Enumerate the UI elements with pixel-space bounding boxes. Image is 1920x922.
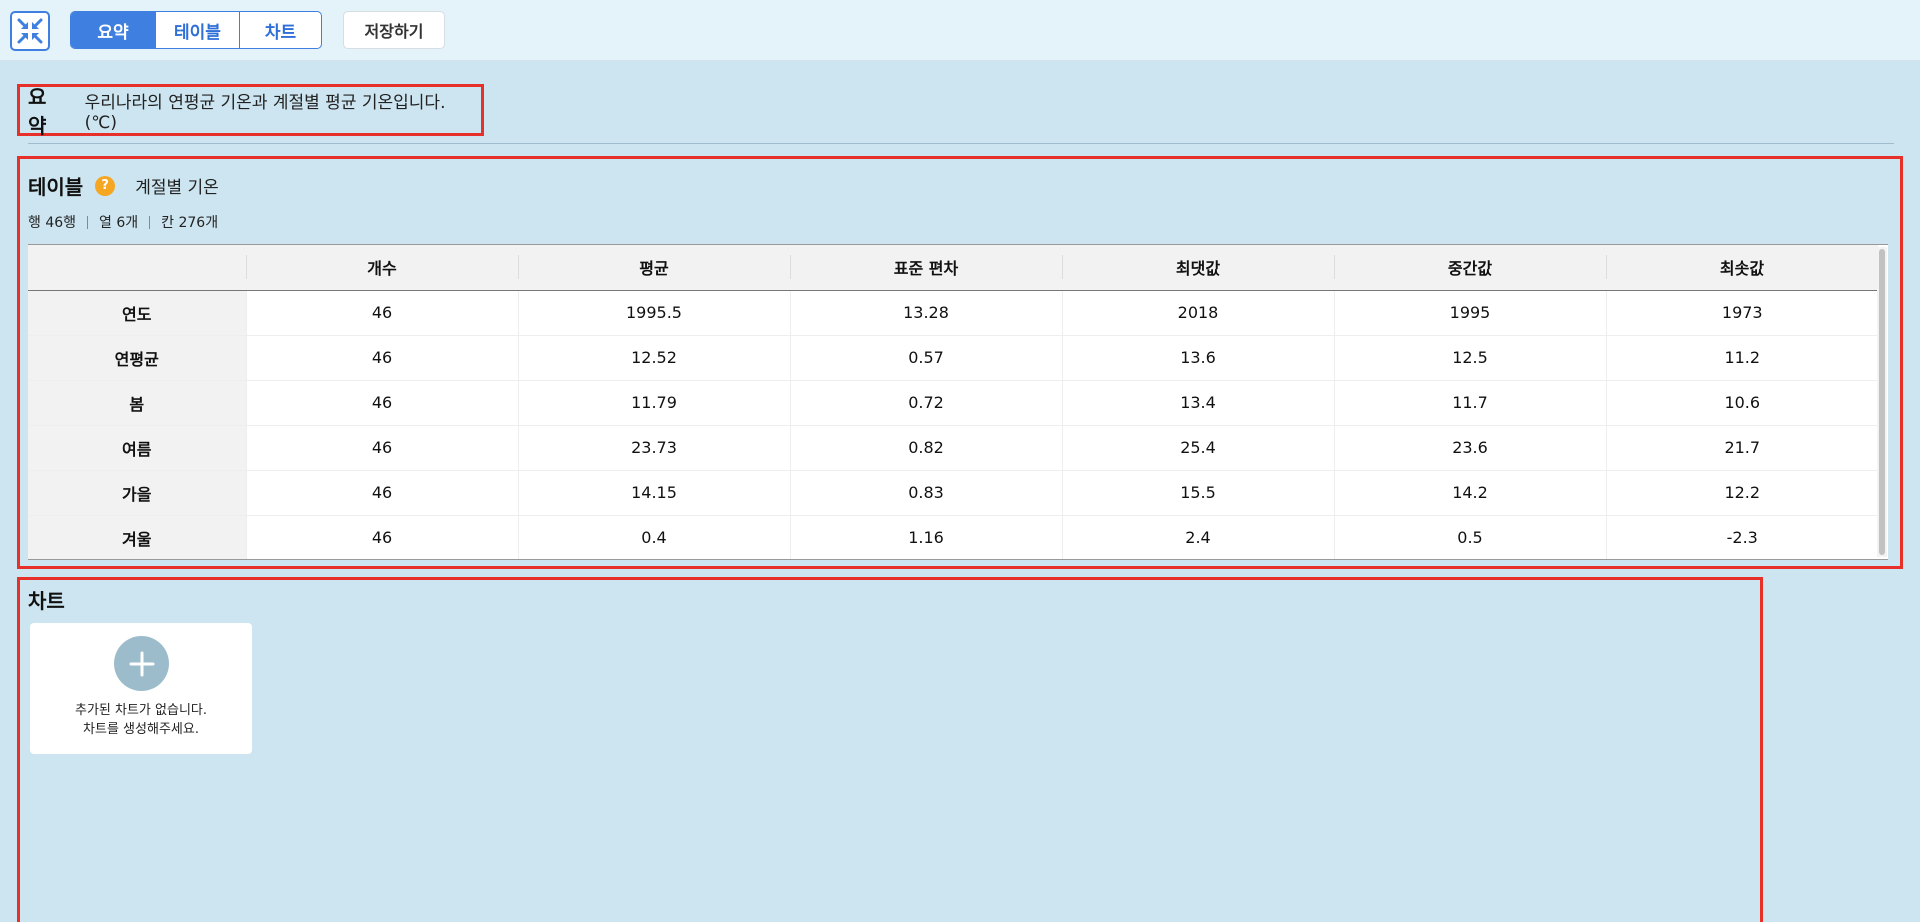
column-header[interactable]: 최솟값: [1606, 245, 1878, 291]
column-header[interactable]: 최댓값: [1062, 245, 1334, 291]
collapse-arrows-icon: [17, 18, 43, 44]
summary-title: 요약: [28, 85, 47, 138]
table-cell: 12.5: [1333, 335, 1606, 381]
row-header: 연도: [28, 290, 246, 336]
table-cell: 11.79: [517, 380, 790, 426]
column-header[interactable]: 평균: [518, 245, 790, 291]
view-tabs: 요약 테이블 차트: [70, 11, 322, 49]
table-cell: 1.16: [789, 515, 1062, 559]
stats-divider: [87, 215, 89, 229]
chart-section: 차트 추가된 차트가 없습니다. 차트를 생성해주세요.: [17, 577, 1763, 922]
table-cell: 15.5: [1061, 470, 1334, 516]
cell-count: 칸 276개: [161, 215, 219, 231]
empty-message-line: 차트를 생성해주세요.: [83, 722, 199, 737]
table-cell: 23.73: [517, 425, 790, 471]
table-cell: 13.4: [1061, 380, 1334, 426]
table-section-title: 테이블: [28, 175, 84, 199]
table-cell: 25.4: [1061, 425, 1334, 471]
scrollbar-thumb[interactable]: [1879, 249, 1885, 555]
row-header: 봄: [28, 380, 246, 426]
tab-chart[interactable]: 차트: [239, 12, 321, 48]
row-count: 행 46행: [28, 215, 77, 231]
empty-chart-message: 추가된 차트가 없습니다. 차트를 생성해주세요.: [30, 701, 252, 739]
table-cell: 46: [245, 515, 518, 559]
table-stats: 행 46행 열 6개 칸 276개: [28, 212, 218, 232]
table-cell: 1995.5: [517, 290, 790, 336]
column-header[interactable]: 개수: [246, 245, 518, 291]
table-cell: 0.83: [789, 470, 1062, 516]
table-header-row: 개수 평균 표준 편차 최댓값 중간값 최솟값: [28, 245, 1878, 291]
row-header: 연평균: [28, 335, 246, 381]
table-cell: 23.6: [1333, 425, 1606, 471]
summary-text: 우리나라의 연평균 기온과 계절별 평균 기온입니다. (℃): [84, 92, 446, 133]
column-header[interactable]: 중간값: [1334, 245, 1606, 291]
table-row: 겨울 46 0.4 1.16 2.4 0.5 -2.3: [28, 515, 1878, 559]
table-cell: 11.7: [1333, 380, 1606, 426]
table-cell: 46: [245, 290, 518, 336]
table-cell: 0.72: [789, 380, 1062, 426]
table-cell: 13.28: [789, 290, 1062, 336]
column-header: [28, 245, 246, 291]
table-cell: 46: [245, 425, 518, 471]
table-cell: 12.2: [1605, 470, 1878, 516]
empty-chart-card: 추가된 차트가 없습니다. 차트를 생성해주세요.: [30, 623, 252, 754]
table-cell: 2018: [1061, 290, 1334, 336]
chart-section-title: 차트: [28, 589, 65, 613]
tab-table[interactable]: 테이블: [155, 12, 239, 48]
table-cell: 2.4: [1061, 515, 1334, 559]
table-cell: 1973: [1605, 290, 1878, 336]
table-cell: 46: [245, 335, 518, 381]
table-cell: 21.7: [1605, 425, 1878, 471]
table-row: 연평균 46 12.52 0.57 13.6 12.5 11.2: [28, 335, 1878, 381]
add-chart-button[interactable]: [114, 636, 169, 691]
collapse-button[interactable]: [10, 11, 50, 51]
row-header: 겨울: [28, 515, 246, 559]
tab-summary[interactable]: 요약: [71, 12, 155, 48]
table-cell: 0.57: [789, 335, 1062, 381]
data-table-container: 개수 평균 표준 편차 최댓값 중간값 최솟값 연도 46 1995.5 13.…: [28, 244, 1888, 560]
help-icon[interactable]: ?: [95, 175, 116, 196]
table-cell: 14.15: [517, 470, 790, 516]
table-cell: -2.3: [1605, 515, 1878, 559]
table-cell: 0.4: [517, 515, 790, 559]
row-header: 가을: [28, 470, 246, 516]
summary-section: 요약 우리나라의 연평균 기온과 계절별 평균 기온입니다. (℃): [17, 84, 484, 138]
column-count: 열 6개: [99, 215, 139, 231]
section-divider: [28, 143, 1894, 144]
table-cell: 1995: [1333, 290, 1606, 336]
table-cell: 13.6: [1061, 335, 1334, 381]
table-scrollbar[interactable]: [1877, 247, 1887, 557]
table-row: 연도 46 1995.5 13.28 2018 1995 1973: [28, 290, 1878, 336]
table-row: 여름 46 23.73 0.82 25.4 23.6 21.7: [28, 425, 1878, 471]
table-subtitle: 계절별 기온: [135, 178, 219, 198]
empty-message-line: 추가된 차트가 없습니다.: [75, 703, 207, 718]
table-cell: 46: [245, 470, 518, 516]
table-section-header: 테이블 ? 계절별 기온: [28, 171, 219, 200]
table-cell: 46: [245, 380, 518, 426]
table-cell: 0.5: [1333, 515, 1606, 559]
table-cell: 10.6: [1605, 380, 1878, 426]
table-section: 테이블 ? 계절별 기온 행 46행 열 6개 칸 276개 개수 평균 표준 …: [17, 156, 1903, 569]
table-row: 가을 46 14.15 0.83 15.5 14.2 12.2: [28, 470, 1878, 516]
table-cell: 11.2: [1605, 335, 1878, 381]
plus-icon: [129, 651, 154, 676]
column-header[interactable]: 표준 편차: [790, 245, 1062, 291]
table-cell: 14.2: [1333, 470, 1606, 516]
row-header: 여름: [28, 425, 246, 471]
stats-divider: [149, 215, 151, 229]
toolbar: 요약 테이블 차트 저장하기: [0, 0, 1920, 61]
table-cell: 12.52: [517, 335, 790, 381]
table-row: 봄 46 11.79 0.72 13.4 11.7 10.6: [28, 380, 1878, 426]
save-button[interactable]: 저장하기: [343, 11, 445, 49]
table-cell: 0.82: [789, 425, 1062, 471]
data-table: 개수 평균 표준 편차 최댓값 중간값 최솟값 연도 46 1995.5 13.…: [28, 245, 1878, 559]
